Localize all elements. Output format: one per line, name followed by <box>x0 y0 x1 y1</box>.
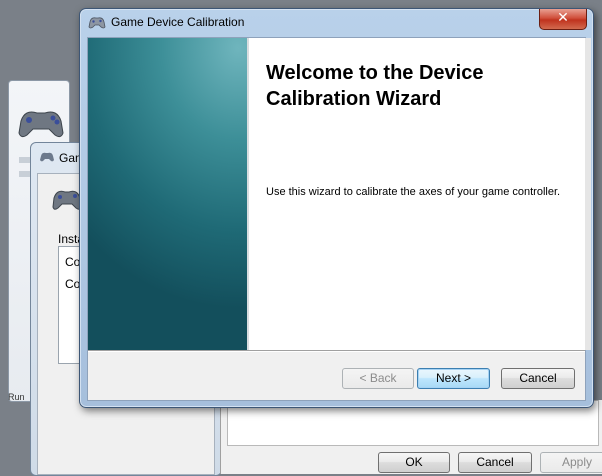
footer-text: Run <box>8 392 25 402</box>
close-icon: ✕ <box>557 10 569 26</box>
description-text: Use this wizard to calibrate the axes of… <box>266 186 561 198</box>
back-button[interactable]: < Back <box>342 368 414 389</box>
wizard-banner <box>88 38 247 350</box>
window-title: Game Device Calibration <box>111 15 245 29</box>
apply-button[interactable]: Apply <box>540 452 602 473</box>
content-edge <box>585 38 591 350</box>
page-title: Welcome to the Device Calibration Wizard <box>266 62 484 110</box>
wizard-client-area: Welcome to the Device Calibration Wizard… <box>87 37 591 401</box>
gamepad-icon <box>18 111 64 138</box>
close-button[interactable]: ✕ <box>539 9 587 30</box>
ok-button[interactable]: OK <box>378 452 450 473</box>
gamepad-icon <box>88 17 106 29</box>
cancel-button[interactable]: Cancel <box>501 368 575 389</box>
footer-separator <box>88 350 585 352</box>
calibration-wizard-window: Game Device Calibration ✕ Welcome to the… <box>79 8 594 408</box>
next-button[interactable]: Next > <box>417 368 490 389</box>
title-bar[interactable]: Game Device Calibration ✕ <box>80 9 593 37</box>
wizard-content: Welcome to the Device Calibration Wizard… <box>249 38 585 350</box>
gamepad-icon <box>40 152 54 162</box>
background-window-properties: OK Cancel Apply <box>220 400 602 474</box>
cancel-button[interactable]: Cancel <box>458 452 532 473</box>
